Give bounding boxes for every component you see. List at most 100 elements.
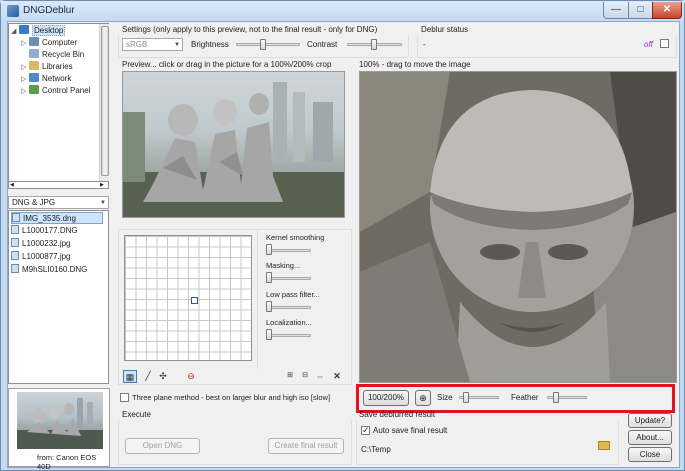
- title-bar: DNGDeblur — □ ✕: [1, 1, 684, 21]
- crosshair-icon[interactable]: ⊕: [415, 390, 431, 406]
- folder-tree: ◢ Desktop ▷ Computer Recycle Bin ▷ Librarie…: [8, 23, 109, 182]
- maximize-button[interactable]: □: [628, 2, 653, 19]
- file-name: M9hSLI0160.DNG: [22, 265, 88, 274]
- tree-item-desktop[interactable]: ◢ Desktop: [11, 25, 66, 38]
- close-window-button[interactable]: ✕: [652, 2, 682, 19]
- file-icon: [11, 251, 19, 260]
- file-name: L1000177.DNG: [22, 226, 78, 235]
- grid-view-icon[interactable]: ▦: [123, 370, 137, 383]
- file-item[interactable]: L1000877.jpg: [11, 251, 103, 263]
- tree-item-label: Network: [42, 74, 72, 83]
- stop-icon[interactable]: ⊖: [184, 370, 198, 383]
- expand-icon[interactable]: ▷: [21, 86, 29, 98]
- preview-title: Preview... click or drag in the picture …: [122, 60, 332, 69]
- computer-icon: [29, 37, 39, 46]
- size-label: Size: [437, 393, 453, 402]
- kernel-grid[interactable]: [124, 235, 252, 361]
- tree-item-libraries[interactable]: ▷ Libraries: [21, 61, 73, 73]
- masking-track[interactable]: [266, 277, 311, 280]
- point-tool-icon[interactable]: ✣: [156, 370, 170, 383]
- tree-item-network[interactable]: ▷ Network: [21, 73, 71, 85]
- scroll-left-icon[interactable]: ◀: [10, 182, 16, 188]
- file-name: IMG_3535.dng: [23, 214, 76, 223]
- file-filter-select[interactable]: DNG & JPG ▼: [8, 196, 109, 209]
- statue-closeup-graphic: [360, 72, 676, 382]
- client-area: ◢ Desktop ▷ Computer Recycle Bin ▷ Librarie…: [7, 21, 680, 471]
- desktop-icon: [19, 25, 29, 34]
- about-button[interactable]: About...: [628, 430, 672, 445]
- three-plane-checkbox[interactable]: [120, 393, 129, 402]
- file-icon: [12, 213, 20, 222]
- scroll-right-icon[interactable]: ▶: [100, 182, 106, 188]
- tree-scroll-thumb[interactable]: [101, 26, 109, 176]
- lowpass-thumb[interactable]: [266, 301, 272, 312]
- create-final-result-button[interactable]: Create final result: [268, 438, 344, 454]
- localization-track[interactable]: [266, 334, 311, 337]
- line-tool-icon[interactable]: ╱: [141, 370, 155, 383]
- file-list: IMG_3535.dng L1000177.DNG L1000232.jpg L…: [8, 210, 109, 384]
- save-path: C:\Temp: [361, 445, 391, 454]
- chevron-down-icon[interactable]: ▼: [174, 39, 180, 51]
- zoom-toggle-button[interactable]: 100/200%: [363, 390, 409, 406]
- open-dng-button[interactable]: Open DNG: [125, 438, 200, 454]
- file-item[interactable]: M9hSLI0160.DNG: [11, 264, 103, 276]
- contrast-slider-thumb[interactable]: [371, 39, 377, 50]
- file-item[interactable]: IMG_3535.dng: [11, 212, 103, 224]
- thumbnail-image: [17, 392, 103, 449]
- kernel-center-marker[interactable]: [191, 297, 198, 304]
- lowpass-track[interactable]: [266, 306, 311, 309]
- chevron-down-icon[interactable]: ▼: [100, 197, 106, 209]
- preview-image[interactable]: [122, 71, 345, 218]
- file-item[interactable]: L1000232.jpg: [11, 238, 103, 250]
- collapse-icon[interactable]: ◢: [11, 26, 19, 38]
- feather-slider-thumb[interactable]: [553, 392, 559, 403]
- folder-icon[interactable]: [598, 441, 610, 450]
- execute-title: Execute: [122, 410, 151, 419]
- colorspace-select[interactable]: sRGB ▼: [122, 38, 183, 51]
- masking-thumb[interactable]: [266, 272, 272, 283]
- recycle-bin-icon: [29, 49, 39, 58]
- control-panel-icon: [29, 85, 39, 94]
- tree-item-label: Desktop: [32, 25, 66, 36]
- tree-item-label: Libraries: [42, 62, 73, 71]
- masking-label: Masking...: [266, 261, 301, 270]
- file-filter-value: DNG & JPG: [12, 198, 56, 207]
- brightness-slider-track[interactable]: [236, 43, 300, 46]
- kernel-smoothing-thumb[interactable]: [266, 244, 272, 255]
- size-slider-thumb[interactable]: [463, 392, 469, 403]
- localization-label: Localization...: [266, 318, 312, 327]
- update-button[interactable]: Update?: [628, 413, 672, 428]
- tree-hscrollbar[interactable]: ◀ ▶: [8, 182, 109, 189]
- minimize-button[interactable]: —: [603, 2, 629, 19]
- thumbnail-panel: from: Canon EOS 40D: [8, 388, 110, 471]
- localization-thumb[interactable]: [266, 329, 272, 340]
- zoom-view-title: 100% - drag to move the image: [359, 60, 471, 69]
- file-name: L1000232.jpg: [22, 239, 71, 248]
- tree-item-label: Recycle Bin: [42, 50, 85, 59]
- tree-item-label: Computer: [42, 38, 78, 47]
- close-button[interactable]: Close: [628, 447, 672, 462]
- auto-save-checkbox[interactable]: [361, 425, 370, 436]
- tree-item-control-panel[interactable]: ▷ Control Panel: [21, 85, 90, 97]
- tree-item-computer[interactable]: ▷ Computer: [21, 37, 77, 49]
- zoom-in-icon[interactable]: ⊞: [283, 370, 297, 383]
- statue-thumbnail-graphic: [17, 398, 103, 449]
- deblur-toggle-checkbox[interactable]: [660, 39, 669, 48]
- clear-icon[interactable]: ✕: [330, 370, 344, 383]
- zoom-out-icon[interactable]: ⊟: [298, 370, 312, 383]
- tree-item-recycle-bin[interactable]: Recycle Bin: [21, 49, 84, 61]
- apply-icon[interactable]: ⇔: [313, 370, 327, 383]
- kernel-divider: [257, 229, 258, 369]
- file-icon: [11, 238, 19, 247]
- feather-label: Feather: [511, 393, 539, 402]
- zoom-view-image[interactable]: [359, 71, 677, 383]
- tree-scrollbar[interactable]: [99, 24, 109, 181]
- lowpass-label: Low pass filter...: [266, 290, 320, 299]
- file-icon: [11, 225, 19, 234]
- kernel-smoothing-track[interactable]: [266, 249, 311, 252]
- brightness-slider-thumb[interactable]: [260, 39, 266, 50]
- file-item[interactable]: L1000177.DNG: [11, 225, 103, 237]
- window-title: DNGDeblur: [23, 5, 75, 16]
- tree-item-label: Control Panel: [42, 86, 91, 95]
- thumbnail-caption: from: Canon EOS 40D: [37, 453, 97, 471]
